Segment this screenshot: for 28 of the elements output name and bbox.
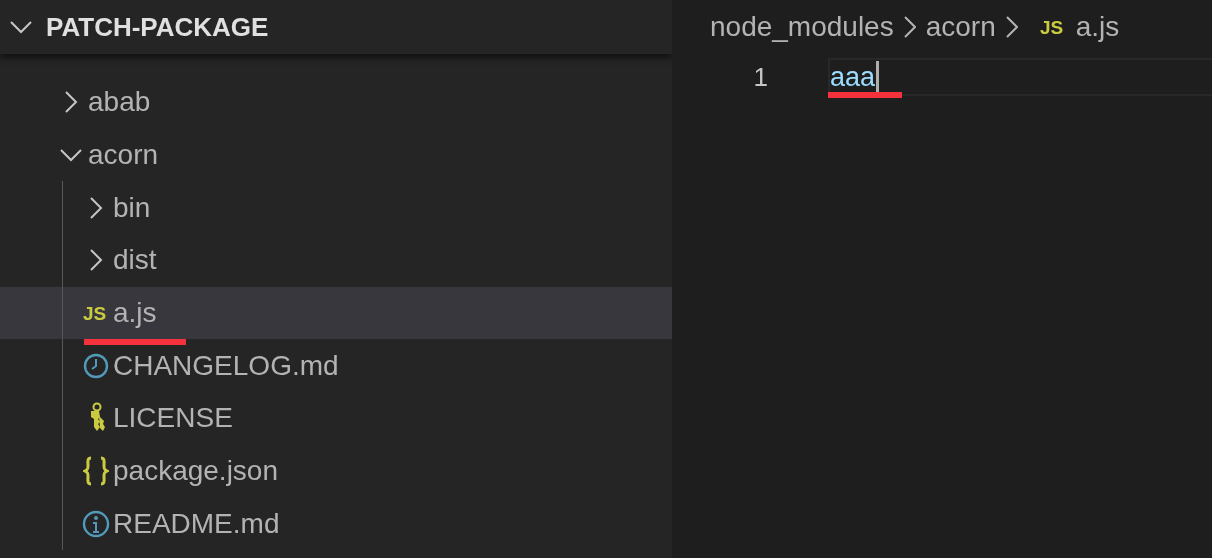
folder-row[interactable]: bin — [0, 181, 672, 235]
folder-row[interactable]: acorn — [0, 128, 672, 182]
file-row[interactable]: LICENSE — [0, 392, 672, 445]
js-file-icon: JS — [83, 303, 109, 324]
js-file-icon: JS — [1039, 17, 1066, 37]
chevron-icon[interactable] — [64, 91, 78, 114]
info-icon — [82, 509, 110, 538]
folder-row[interactable]: abab — [0, 76, 672, 129]
explorer-title[interactable]: PATCH-PACKAGE — [46, 11, 269, 43]
file-row[interactable]: README.md — [0, 497, 672, 551]
file-row[interactable]: JS a.js — [0, 286, 672, 340]
folder-row[interactable]: dist — [0, 234, 672, 287]
breadcrumb-item[interactable]: a.js — [1075, 11, 1120, 43]
code-text: aaa — [830, 61, 876, 93]
clock-icon — [83, 352, 109, 379]
braces-icon — [83, 456, 109, 487]
file-row[interactable]: CHANGELOG.md — [0, 339, 672, 393]
chevron-icon — [1005, 16, 1018, 38]
chevron-icon[interactable] — [89, 249, 103, 272]
line-number: 1 — [752, 61, 768, 93]
breadcrumb-item[interactable]: node_modules — [710, 11, 894, 43]
file-row[interactable]: package.json — [0, 444, 672, 498]
text-cursor — [876, 61, 880, 93]
chevron-icon[interactable] — [60, 148, 82, 163]
chevron-icon[interactable] — [10, 20, 32, 34]
breadcrumb-item[interactable]: acorn — [925, 11, 996, 43]
chevron-icon[interactable] — [89, 196, 103, 219]
chevron-icon — [903, 16, 916, 38]
